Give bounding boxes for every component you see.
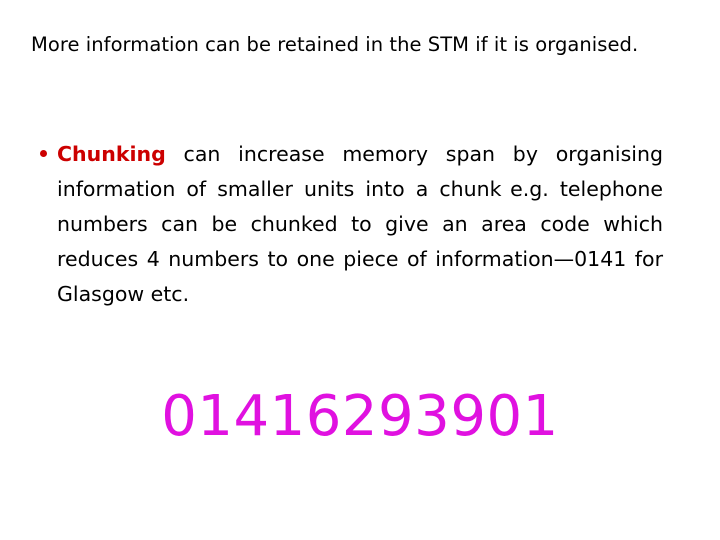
phone-number-text: 01416293901 — [161, 384, 559, 449]
bullet-item-text: Chunking can increase memory span by org… — [57, 137, 663, 312]
bullet-list: Chunking can increase memory span by org… — [31, 137, 663, 312]
intro-block: More information can be retained in the … — [31, 31, 676, 59]
intro-paragraph: More information can be retained in the … — [31, 33, 639, 56]
list-item: Chunking can increase memory span by org… — [31, 137, 663, 312]
keyword-chunking: Chunking — [57, 142, 166, 166]
phone-example-block: 01416293901 — [0, 386, 720, 448]
slide-canvas: More information can be retained in the … — [0, 0, 720, 540]
bullet-point-icon — [40, 150, 47, 157]
